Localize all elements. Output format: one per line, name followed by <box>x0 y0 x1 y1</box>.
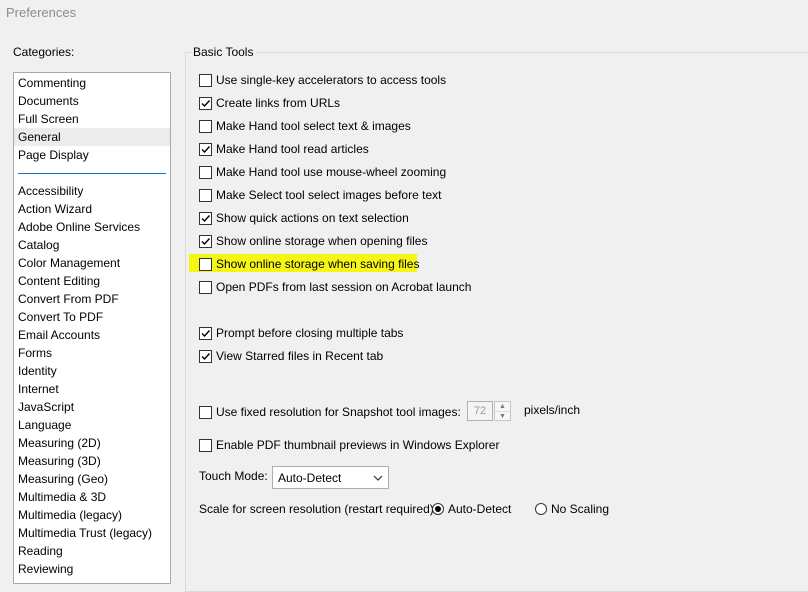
category-item-identity[interactable]: Identity <box>18 362 57 380</box>
option-label: Use fixed resolution for Snapshot tool i… <box>216 405 461 419</box>
category-item-convert-to-pdf[interactable]: Convert To PDF <box>18 308 103 326</box>
radio-auto-detect-label: Auto-Detect <box>448 502 512 516</box>
category-item-color-management[interactable]: Color Management <box>18 254 120 272</box>
option-show-online-storage-when-saving-files[interactable]: Show online storage when saving files <box>199 255 419 273</box>
category-item-email-accounts[interactable]: Email Accounts <box>18 326 100 344</box>
category-item-multimedia-3d[interactable]: Multimedia & 3D <box>18 488 106 506</box>
checkbox-icon[interactable] <box>199 188 212 202</box>
radio-auto-detect-icon[interactable] <box>432 503 444 515</box>
option-label: Make Hand tool select text & images <box>216 119 411 133</box>
checkbox-icon[interactable] <box>199 211 212 225</box>
option-label: Show online storage when saving files <box>216 257 420 271</box>
snapshot-resolution-unit: pixels/inch <box>524 403 581 417</box>
category-item-forms[interactable]: Forms <box>18 344 52 362</box>
option-label: View Starred files in Recent tab <box>216 349 384 363</box>
category-item-measuring-geo[interactable]: Measuring (Geo) <box>18 470 108 488</box>
checkbox-icon[interactable] <box>199 73 212 87</box>
category-item-commenting[interactable]: Commenting <box>18 74 86 92</box>
categories-divider <box>18 173 166 174</box>
category-item-adobe-online-services[interactable]: Adobe Online Services <box>18 218 140 236</box>
spin-down-icon[interactable]: ▼ <box>495 412 510 421</box>
option-prompt-before-closing-multiple-tabs[interactable]: Prompt before closing multiple tabs <box>199 324 403 342</box>
basic-tools-label: Basic Tools <box>193 45 257 59</box>
option-make-hand-tool-use-mouse-wheel-zooming[interactable]: Make Hand tool use mouse-wheel zooming <box>199 163 446 181</box>
option-label: Prompt before closing multiple tabs <box>216 326 404 340</box>
option-make-select-tool-select-images-before-te[interactable]: Make Select tool select images before te… <box>199 186 441 204</box>
category-item-reviewing[interactable]: Reviewing <box>18 560 73 578</box>
spin-up-icon[interactable]: ▲ <box>495 402 510 412</box>
checkbox-icon[interactable] <box>199 438 212 452</box>
option-use-fixed-resolution-for-snapshot-tool-i[interactable]: Use fixed resolution for Snapshot tool i… <box>199 403 461 421</box>
checkbox-icon[interactable] <box>199 119 212 133</box>
category-item-full-screen[interactable]: Full Screen <box>18 110 79 128</box>
checkbox-icon[interactable] <box>199 349 212 363</box>
option-open-pdfs-from-last-session-on-acrobat-l[interactable]: Open PDFs from last session on Acrobat l… <box>199 278 471 296</box>
option-label: Open PDFs from last session on Acrobat l… <box>216 280 472 294</box>
checkbox-icon[interactable] <box>199 326 212 340</box>
option-show-online-storage-when-opening-files[interactable]: Show online storage when opening files <box>199 232 427 250</box>
category-item-page-display[interactable]: Page Display <box>18 146 89 164</box>
checkbox-icon[interactable] <box>199 165 212 179</box>
category-item-convert-from-pdf[interactable]: Convert From PDF <box>18 290 119 308</box>
option-show-quick-actions-on-text-selection[interactable]: Show quick actions on text selection <box>199 209 409 227</box>
radio-auto-detect[interactable]: Auto-Detect <box>432 502 511 516</box>
touch-mode-label: Touch Mode: <box>199 469 268 483</box>
checkbox-icon[interactable] <box>199 96 212 110</box>
radio-no-scaling-label: No Scaling <box>551 502 610 516</box>
option-make-hand-tool-select-text-images[interactable]: Make Hand tool select text & images <box>199 117 411 135</box>
option-create-links-from-urls[interactable]: Create links from URLs <box>199 94 340 112</box>
category-item-documents[interactable]: Documents <box>18 92 79 110</box>
category-item-javascript[interactable]: JavaScript <box>18 398 74 416</box>
checkbox-icon[interactable] <box>199 405 212 419</box>
checkbox-icon[interactable] <box>199 234 212 248</box>
category-item-accessibility[interactable]: Accessibility <box>18 182 83 200</box>
option-label: Show quick actions on text selection <box>216 211 409 225</box>
category-item-general[interactable]: General <box>18 128 61 146</box>
option-label: Use single-key accelerators to access to… <box>216 73 447 87</box>
category-item-measuring-2d[interactable]: Measuring (2D) <box>18 434 101 452</box>
option-label: Show online storage when opening files <box>216 234 428 248</box>
radio-no-scaling-icon[interactable] <box>535 503 547 515</box>
option-label: Make Hand tool read articles <box>216 142 369 156</box>
category-item-multimedia-trust-legacy[interactable]: Multimedia Trust (legacy) <box>18 524 152 542</box>
checkbox-icon[interactable] <box>199 257 212 271</box>
category-item-measuring-3d[interactable]: Measuring (3D) <box>18 452 101 470</box>
option-use-single-key-accelerators-to-access-to[interactable]: Use single-key accelerators to access to… <box>199 71 446 89</box>
touch-mode-select[interactable]: Auto-Detect <box>272 466 389 489</box>
snapshot-resolution-stepper[interactable]: ▲ ▼ <box>494 401 511 421</box>
category-item-reading[interactable]: Reading <box>18 542 63 560</box>
snapshot-resolution-input[interactable]: 72 <box>467 401 493 421</box>
category-item-content-editing[interactable]: Content Editing <box>18 272 100 290</box>
scale-label: Scale for screen resolution (restart req… <box>199 502 438 516</box>
option-label: Make Select tool select images before te… <box>216 188 442 202</box>
checkbox-icon[interactable] <box>199 142 212 156</box>
option-label: Make Hand tool use mouse-wheel zooming <box>216 165 447 179</box>
categories-list[interactable]: Commenting Documents Full Screen General Pag… <box>13 72 171 584</box>
category-item-catalog[interactable]: Catalog <box>18 236 59 254</box>
category-item-language[interactable]: Language <box>18 416 71 434</box>
category-item-multimedia-legacy[interactable]: Multimedia (legacy) <box>18 506 122 524</box>
chevron-down-icon[interactable] <box>368 467 388 488</box>
touch-mode-value: Auto-Detect <box>278 471 342 485</box>
option-view-starred-files-in-recent-tab[interactable]: View Starred files in Recent tab <box>199 347 383 365</box>
radio-no-scaling[interactable]: No Scaling <box>535 502 609 516</box>
option-label: Create links from URLs <box>216 96 341 110</box>
categories-label: Categories: <box>13 45 75 59</box>
category-item-internet[interactable]: Internet <box>18 380 59 398</box>
checkbox-icon[interactable] <box>199 280 212 294</box>
category-item-action-wizard[interactable]: Action Wizard <box>18 200 92 218</box>
option-enable-pdf-thumbnail-previews-in-windows[interactable]: Enable PDF thumbnail previews in Windows… <box>199 436 499 454</box>
window-title: Preferences <box>6 5 77 20</box>
option-label: Enable PDF thumbnail previews in Windows… <box>216 438 500 452</box>
option-make-hand-tool-read-articles[interactable]: Make Hand tool read articles <box>199 140 369 158</box>
